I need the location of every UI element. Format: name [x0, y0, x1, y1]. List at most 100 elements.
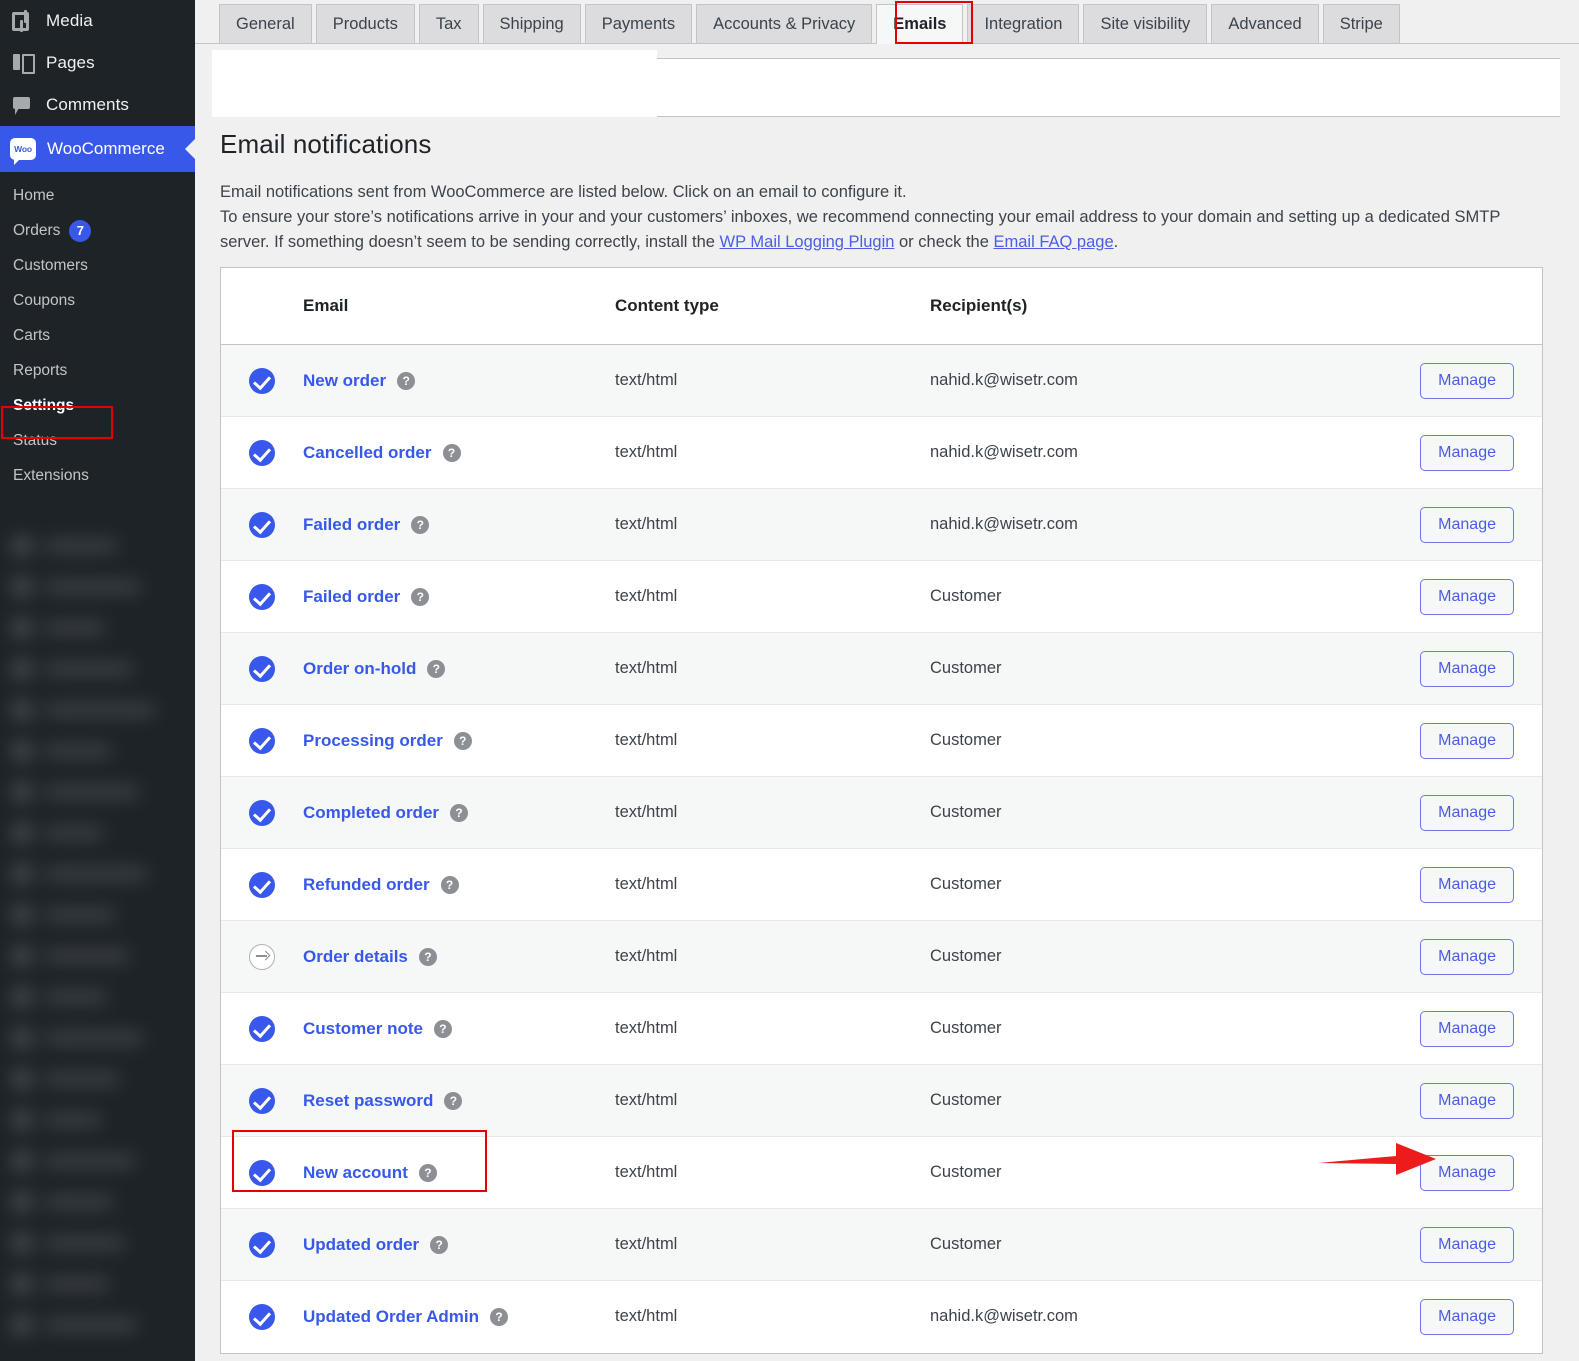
manage-button[interactable]: Manage	[1420, 1154, 1514, 1191]
table-row[interactable]: Order details? text/html Customer Manage	[221, 920, 1542, 993]
table-row[interactable]: Completed order? text/html Customer Manage	[221, 776, 1542, 849]
email-link[interactable]: Order details	[303, 947, 408, 967]
manage-button[interactable]: Manage	[1420, 506, 1514, 543]
email-link[interactable]: Order on-hold	[303, 659, 416, 679]
email-link[interactable]: New account	[303, 1163, 408, 1183]
manage-button[interactable]: Manage	[1420, 578, 1514, 615]
sidebar-item-media[interactable]: Media	[0, 0, 195, 42]
help-icon[interactable]: ?	[433, 1019, 452, 1038]
tab-payments[interactable]: Payments	[584, 4, 693, 44]
email-cell-inner: Processing order?	[303, 731, 615, 751]
email-enabled-check-icon[interactable]	[249, 871, 275, 898]
email-enabled-check-icon[interactable]	[249, 1159, 275, 1186]
tab-shipping[interactable]: Shipping	[482, 4, 581, 44]
sidebar-item-customers[interactable]: Customers	[0, 248, 195, 283]
wp-mail-logging-plugin-link[interactable]: WP Mail Logging Plugin	[720, 233, 895, 251]
sidebar-item-coupons[interactable]: Coupons	[0, 283, 195, 318]
sidebar-item-pages[interactable]: Pages	[0, 42, 195, 84]
email-enabled-check-icon[interactable]	[249, 1303, 275, 1330]
sidebar-item-carts[interactable]: Carts	[0, 318, 195, 353]
help-icon[interactable]: ?	[453, 731, 472, 750]
table-row[interactable]: Refunded order? text/html Customer Manage	[221, 848, 1542, 921]
email-link[interactable]: Processing order	[303, 731, 443, 751]
manage-button[interactable]: Manage	[1420, 866, 1514, 903]
email-enabled-check-icon[interactable]	[249, 727, 275, 754]
tab-stripe[interactable]: Stripe	[1322, 4, 1400, 44]
email-enabled-check-icon[interactable]	[249, 439, 275, 466]
table-row[interactable]: Processing order? text/html Customer Manage	[221, 704, 1542, 777]
help-icon[interactable]: ?	[418, 1163, 437, 1182]
tab-accounts-privacy[interactable]: Accounts & Privacy	[696, 4, 873, 44]
sidebar-item-home[interactable]: Home	[0, 178, 195, 213]
email-link[interactable]: Cancelled order	[303, 443, 432, 463]
table-row[interactable]: Failed order? text/html nahid.k@wisetr.com…	[221, 488, 1542, 561]
tab-integration[interactable]: Integration	[967, 4, 1080, 44]
table-row[interactable]: New order? text/html nahid.k@wisetr.com Man…	[221, 344, 1542, 417]
help-icon[interactable]: ?	[411, 587, 430, 606]
help-icon[interactable]: ?	[490, 1307, 508, 1326]
help-icon[interactable]: ?	[418, 947, 437, 966]
email-faq-page-link[interactable]: Email FAQ page	[993, 233, 1113, 251]
manage-button[interactable]: Manage	[1420, 938, 1514, 975]
manage-button[interactable]: Manage	[1420, 362, 1514, 399]
table-row[interactable]: Reset password? text/html Customer Manage	[221, 1064, 1542, 1137]
email-enabled-check-icon[interactable]	[249, 367, 275, 394]
tab-products[interactable]: Products	[315, 4, 415, 44]
email-enabled-check-icon[interactable]	[249, 511, 275, 538]
help-icon[interactable]: ?	[440, 875, 459, 894]
help-icon[interactable]: ?	[444, 1091, 463, 1110]
table-row[interactable]: Cancelled order? text/html nahid.k@wisetr.…	[221, 416, 1542, 489]
manage-button[interactable]: Manage	[1420, 650, 1514, 687]
sidebar-item-extensions[interactable]: Extensions	[0, 458, 195, 493]
help-icon[interactable]: ?	[397, 371, 416, 390]
tab-general[interactable]: General	[219, 4, 312, 44]
help-icon[interactable]: ?	[411, 515, 430, 534]
manage-button[interactable]: Manage	[1420, 1226, 1514, 1263]
email-link[interactable]: Refunded order	[303, 875, 430, 895]
manage-button[interactable]: Manage	[1420, 1298, 1514, 1335]
help-icon[interactable]: ?	[442, 443, 461, 462]
email-enabled-check-icon[interactable]	[249, 1087, 275, 1114]
sidebar-item-status[interactable]: Status	[0, 423, 195, 458]
manage-button[interactable]: Manage	[1420, 1082, 1514, 1119]
sidebar-item-settings[interactable]: Settings	[0, 388, 195, 423]
table-row[interactable]: Failed order? text/html Customer Manage	[221, 560, 1542, 633]
sidebar-item-reports[interactable]: Reports	[0, 353, 195, 388]
email-enabled-check-icon[interactable]	[249, 1231, 275, 1258]
email-link[interactable]: New order	[303, 371, 386, 391]
email-link[interactable]: Customer note	[303, 1019, 423, 1039]
table-row[interactable]: Customer note? text/html Customer Manage	[221, 992, 1542, 1065]
email-link[interactable]: Updated order	[303, 1235, 419, 1255]
email-link[interactable]: Completed order	[303, 803, 439, 823]
tab-tax[interactable]: Tax	[418, 4, 479, 44]
table-row[interactable]: Updated Order Admin? text/html nahid.k@wis…	[221, 1280, 1542, 1353]
help-icon[interactable]: ?	[450, 803, 469, 822]
manage-button[interactable]: Manage	[1420, 1010, 1514, 1047]
tab-advanced[interactable]: Advanced	[1211, 4, 1319, 44]
table-row[interactable]: New account? text/html Customer Manage	[221, 1136, 1542, 1209]
manage-button[interactable]: Manage	[1420, 434, 1514, 471]
sidebar-item-comments[interactable]: Comments	[0, 84, 195, 126]
email-link[interactable]: Failed order	[303, 515, 400, 535]
manage-button[interactable]: Manage	[1420, 722, 1514, 759]
email-link[interactable]: Updated Order Admin	[303, 1307, 479, 1327]
email-cell-inner: Order on-hold?	[303, 659, 615, 679]
table-row[interactable]: Updated order? text/html Customer Manage	[221, 1208, 1542, 1281]
tab-site-visibility[interactable]: Site visibility	[1083, 4, 1208, 44]
help-icon[interactable]: ?	[430, 1235, 449, 1254]
email-enabled-check-icon[interactable]	[249, 799, 275, 826]
sidebar-item-label: Orders	[13, 221, 61, 239]
help-icon[interactable]: ?	[427, 659, 446, 678]
email-link[interactable]: Reset password	[303, 1091, 433, 1111]
sidebar-item-orders[interactable]: Orders 7	[0, 213, 195, 248]
manage-button[interactable]: Manage	[1420, 794, 1514, 831]
email-link[interactable]: Failed order	[303, 587, 400, 607]
email-enabled-check-icon[interactable]	[249, 1015, 275, 1042]
sidebar-item-woocommerce[interactable]: Woo WooCommerce	[0, 126, 196, 172]
cell-status	[221, 704, 303, 777]
email-enabled-check-icon[interactable]	[249, 655, 275, 682]
table-row[interactable]: Order on-hold? text/html Customer Manage	[221, 632, 1542, 705]
email-manual-send-arrow-icon[interactable]	[249, 943, 275, 970]
email-enabled-check-icon[interactable]	[249, 583, 275, 610]
tab-emails[interactable]: Emails	[876, 4, 964, 44]
